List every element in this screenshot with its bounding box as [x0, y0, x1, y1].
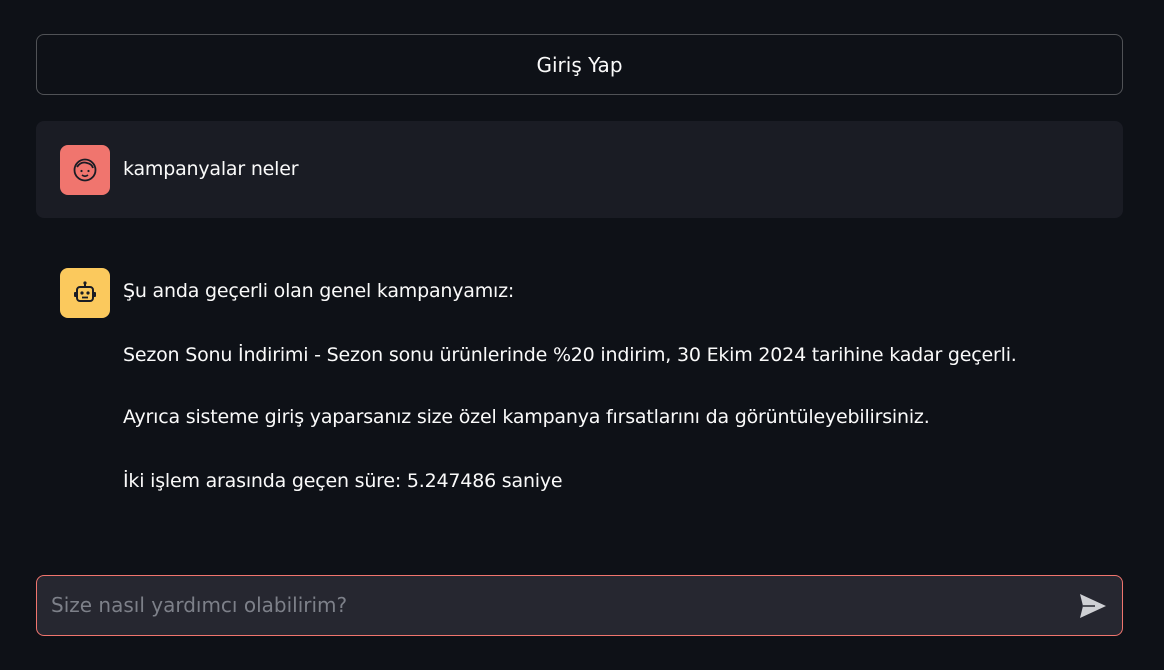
send-arrow-icon [1080, 594, 1106, 618]
user-message: kampanyalar neler [36, 121, 1123, 218]
chat-page: Giriş Yap kampanyalar neler Şu anda geçe… [0, 0, 1164, 670]
assistant-message-line: Sezon Sonu İndirimi - Sezon sonu ürünler… [123, 344, 1017, 366]
user-avatar [60, 145, 110, 195]
user-message-text: kampanyalar neler [123, 158, 299, 180]
assistant-avatar [60, 268, 110, 318]
login-button[interactable]: Giriş Yap [36, 34, 1123, 95]
chat-input[interactable] [37, 576, 1057, 634]
assistant-message-line: Ayrıca sisteme giriş yaparsanız size öze… [123, 406, 930, 428]
user-face-icon [73, 158, 97, 182]
send-button[interactable] [1078, 592, 1108, 620]
assistant-message-line: Şu anda geçerli olan genel kampanyamız: [123, 280, 515, 302]
assistant-message-line: İki işlem arasında geçen süre: 5.247486 … [123, 470, 563, 492]
chat-input-container [36, 575, 1123, 636]
robot-icon [74, 281, 96, 302]
